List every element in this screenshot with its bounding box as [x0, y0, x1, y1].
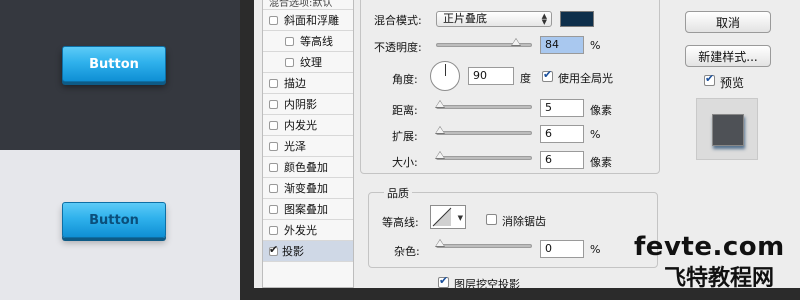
style-list-item[interactable]: 图案叠加 [263, 199, 353, 220]
opacity-label: 不透明度: [374, 41, 422, 54]
antialias-label: 消除锯齿 [502, 215, 546, 228]
knockout-checkbox[interactable] [438, 274, 449, 288]
cancel-button[interactable]: 取消 [685, 11, 771, 33]
style-list-item-label: 外发光 [284, 224, 317, 237]
style-list-item[interactable]: 等高线 [263, 31, 353, 52]
size-slider-handle[interactable] [435, 151, 445, 159]
opacity-unit: % [590, 39, 601, 52]
style-list-item[interactable]: 描边 [263, 73, 353, 94]
contour-curve-icon [432, 207, 452, 227]
style-preview-thumbnail [696, 98, 758, 160]
noise-unit: % [590, 243, 601, 256]
preview-swatch [712, 114, 744, 146]
size-slider[interactable] [435, 151, 532, 160]
new-style-button[interactable]: 新建样式... [685, 45, 771, 67]
spread-label: 扩展: [392, 130, 418, 143]
contour-label: 等高线: [382, 216, 419, 229]
style-list-item-label: 描边 [284, 77, 306, 90]
style-list-item-label: 渐变叠加 [284, 182, 328, 195]
style-list-item[interactable]: 颜色叠加 [263, 157, 353, 178]
style-list-item-label: 投影 [282, 245, 304, 258]
style-list-item[interactable]: 内阴影 [263, 94, 353, 115]
noise-label: 杂色: [394, 245, 420, 258]
blend-mode-select[interactable]: 正片叠底 ▲ ▼ [436, 11, 552, 27]
style-list-item-label: 图案叠加 [284, 203, 328, 216]
demo-button-light: Button [62, 202, 166, 238]
style-list-item[interactable]: 斜面和浮雕 [263, 10, 353, 31]
spread-unit: % [590, 128, 601, 141]
style-checkbox[interactable] [269, 243, 278, 256]
watermark-site-name: 飞特教程网 [664, 266, 775, 291]
noise-input[interactable]: 0 [540, 240, 584, 258]
opacity-slider-handle[interactable] [510, 38, 521, 46]
chevron-updown-icon: ▲ ▼ [541, 12, 547, 26]
global-light-label: 使用全局光 [558, 72, 613, 85]
style-checkbox[interactable] [269, 183, 278, 193]
distance-label: 距离: [392, 104, 418, 117]
quality-title: 品质 [384, 185, 412, 201]
style-checkbox[interactable] [269, 15, 278, 25]
style-list-item[interactable]: 光泽 [263, 136, 353, 157]
angle-dial[interactable] [430, 61, 460, 91]
preview-checkbox[interactable] [704, 72, 715, 86]
style-list-item-label: 光泽 [284, 140, 306, 153]
distance-slider[interactable] [435, 100, 532, 109]
style-list-item-label: 斜面和浮雕 [284, 14, 339, 27]
style-list-header[interactable]: 混合选项:默认 [263, 0, 353, 10]
noise-slider[interactable] [435, 239, 532, 248]
blend-mode-value: 正片叠底 [443, 12, 487, 25]
distance-slider-handle[interactable] [435, 100, 445, 108]
style-list-item-label: 颜色叠加 [284, 161, 328, 174]
style-list-item[interactable]: 纹理 [263, 52, 353, 73]
chevron-down-icon: ▼ [457, 214, 463, 222]
style-list-item[interactable]: 外发光 [263, 220, 353, 241]
shadow-color-swatch[interactable] [560, 11, 594, 27]
style-list-item[interactable]: 内发光 [263, 115, 353, 136]
distance-input[interactable]: 5 [540, 99, 584, 117]
style-checkbox[interactable] [285, 57, 294, 67]
preview-dark-area: Button [0, 0, 240, 150]
size-label: 大小: [392, 156, 418, 169]
style-checkbox[interactable] [269, 99, 278, 109]
angle-unit: 度 [520, 72, 531, 85]
watermark-domain: fevte.com [634, 232, 785, 262]
style-list-item-label: 纹理 [300, 56, 322, 69]
spread-slider-handle[interactable] [435, 126, 445, 134]
angle-label: 角度: [392, 73, 418, 86]
style-checkbox[interactable] [269, 141, 278, 151]
style-list-item[interactable]: 渐变叠加 [263, 178, 353, 199]
knockout-label: 图层挖空投影 [454, 278, 520, 288]
style-checkbox[interactable] [285, 36, 294, 46]
style-list: 混合选项:默认 斜面和浮雕等高线纹理描边内阴影内发光光泽颜色叠加渐变叠加图案叠加… [262, 0, 354, 288]
style-checkbox[interactable] [269, 78, 278, 88]
style-checkbox[interactable] [269, 162, 278, 172]
opacity-slider[interactable] [436, 38, 532, 47]
global-light-checkbox[interactable] [542, 68, 553, 82]
angle-input[interactable]: 90 [468, 67, 514, 85]
preview-light-area: Button [0, 150, 240, 300]
noise-slider-handle[interactable] [435, 239, 445, 247]
opacity-input[interactable]: 84 [540, 36, 584, 54]
style-list-header-label: 混合选项:默认 [269, 0, 333, 9]
contour-picker[interactable]: ▼ [430, 205, 466, 229]
style-list-item-label: 等高线 [300, 35, 333, 48]
size-unit: 像素 [590, 156, 612, 169]
spread-input[interactable]: 6 [540, 125, 584, 143]
blend-mode-label: 混合模式: [374, 14, 422, 27]
size-input[interactable]: 6 [540, 151, 584, 169]
distance-unit: 像素 [590, 104, 612, 117]
drop-shadow-settings: 混合模式: 正片叠底 ▲▼ 不透明度: 84 % 角度: 90 度 使用全局光 … [360, 0, 666, 288]
style-checkbox[interactable] [269, 204, 278, 214]
style-list-item-label: 内发光 [284, 119, 317, 132]
style-checkbox[interactable] [269, 120, 278, 130]
demo-button-dark: Button [62, 46, 166, 82]
preview-label: 预览 [720, 76, 745, 90]
antialias-checkbox[interactable] [486, 214, 497, 225]
spread-slider[interactable] [435, 126, 532, 135]
style-list-item-label: 内阴影 [284, 98, 317, 111]
style-list-item[interactable]: 投影 [263, 241, 353, 262]
divider-strip [240, 0, 254, 300]
style-checkbox[interactable] [269, 225, 278, 235]
